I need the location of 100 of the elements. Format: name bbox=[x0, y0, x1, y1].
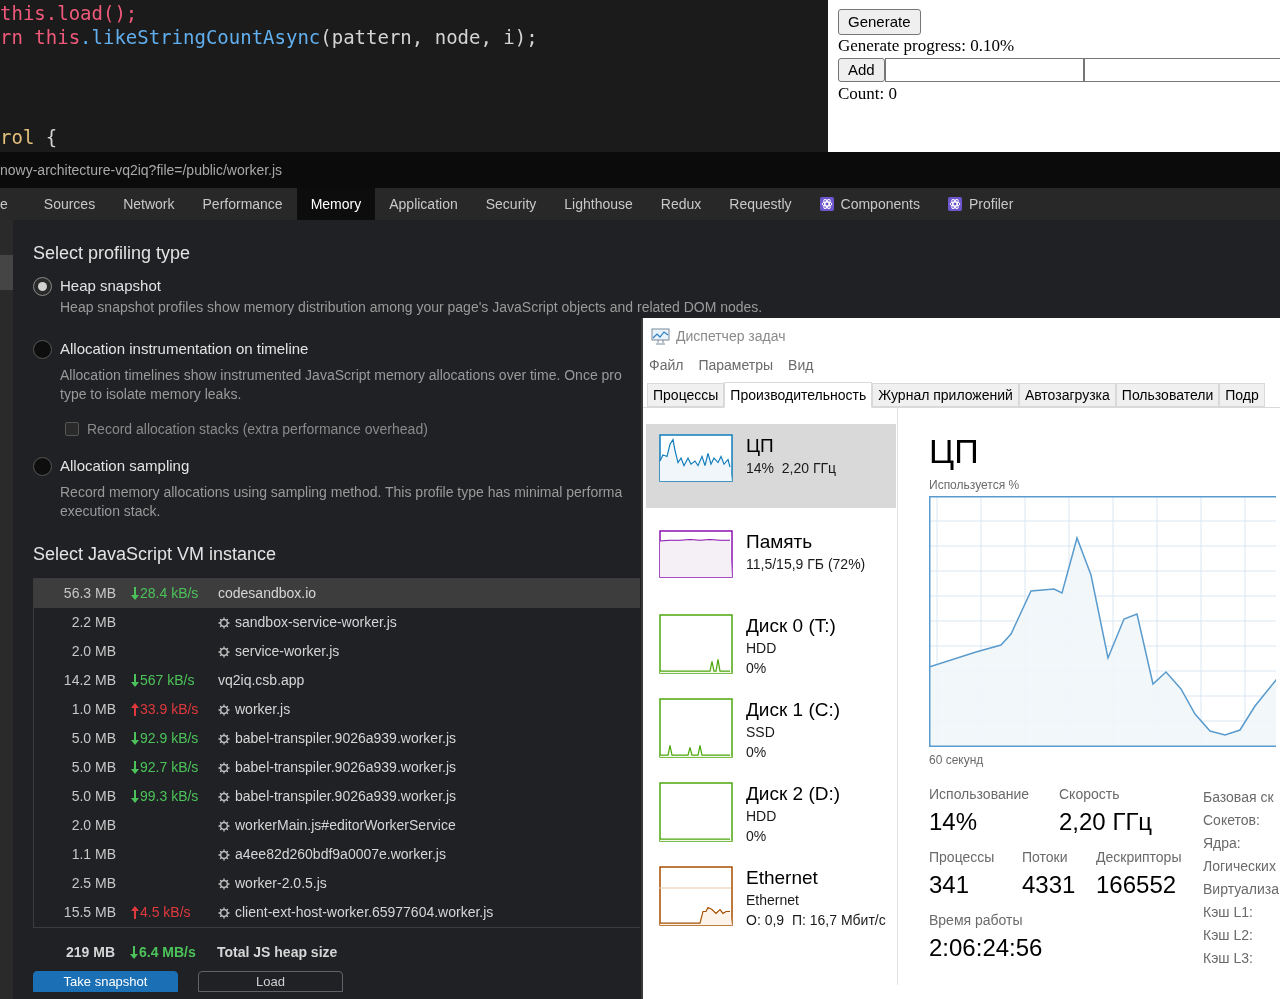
devtools-tab[interactable]: Redux bbox=[646, 188, 716, 220]
devtools-tab[interactable]: Application bbox=[375, 188, 472, 220]
spec-label: Логических bbox=[1203, 857, 1276, 876]
resource-name: ЦП bbox=[746, 434, 774, 458]
tab[interactable]: Процессы bbox=[647, 383, 725, 407]
instance-name: codesandbox.io bbox=[218, 584, 317, 603]
resource-item[interactable]: ЦП 14% 2,20 ГГц bbox=[646, 424, 896, 508]
instance-name: a4ee82d260bdf9a0007e.worker.js bbox=[235, 845, 446, 864]
radio-button[interactable] bbox=[33, 276, 52, 296]
vm-instance-row[interactable]: 14.2 MB 567 kB/s vq2iq.csb.app bbox=[34, 666, 640, 695]
total-label: Total JS heap size bbox=[217, 942, 338, 962]
resource-detail: HDD bbox=[746, 639, 777, 658]
vm-instance-row[interactable]: 1.0 MB 33.9 kB/s worker.js bbox=[34, 695, 640, 724]
vm-instance-row[interactable]: 2.5 MB worker-2.0.5.js bbox=[34, 869, 640, 898]
devtools-tab[interactable]: Lighthouse bbox=[550, 188, 647, 220]
tab[interactable]: Журнал приложений bbox=[872, 383, 1019, 407]
resource-detail: 14% 2,20 ГГц bbox=[746, 459, 837, 478]
menu-item[interactable]: Параметры bbox=[698, 354, 774, 376]
heap-size: 5.0 MB bbox=[70, 758, 116, 777]
vm-instance-row[interactable]: 5.0 MB 92.9 kB/s babel-transpiler.9026a939.worker.js bbox=[34, 724, 640, 753]
tab[interactable]: Производительность bbox=[724, 382, 873, 408]
devtools-tab[interactable]: Memory bbox=[296, 188, 376, 220]
option-label: Allocation sampling bbox=[60, 455, 190, 476]
devtools-tab[interactable]: Components bbox=[805, 188, 934, 220]
resource-name: Ethernet bbox=[746, 866, 818, 890]
devtools-tab[interactable]: Security bbox=[471, 188, 551, 220]
instance-name: babel-transpiler.9026a939.worker.js bbox=[235, 758, 457, 777]
option-label: Allocation instrumentation on timeline bbox=[60, 338, 309, 359]
resource-detail: SSD bbox=[746, 723, 775, 742]
option-label: Heap snapshot bbox=[60, 275, 161, 296]
heap-size: 2.2 MB bbox=[70, 613, 116, 632]
resource-item[interactable]: Ethernet Ethernet О: 0,9 П: 16,7 Мбит/с bbox=[646, 856, 896, 940]
stat-value: 2,20 ГГц bbox=[1059, 808, 1153, 836]
resource-detail: 0% bbox=[746, 827, 767, 846]
stat-value: 14% bbox=[929, 808, 978, 836]
tab[interactable]: Пользователи bbox=[1115, 383, 1220, 407]
text-field[interactable] bbox=[884, 58, 1084, 82]
heap-size: 1.0 MB bbox=[70, 700, 116, 719]
checkbox[interactable] bbox=[65, 422, 79, 436]
menu-item[interactable]: Файл bbox=[649, 354, 684, 376]
vm-instance-row[interactable]: 1.1 MB a4ee82d260bdf9a0007e.worker.js bbox=[34, 840, 640, 869]
heap-size: 1.1 MB bbox=[70, 845, 116, 864]
heap-size: 5.0 MB bbox=[70, 729, 116, 748]
stat-label: Процессы bbox=[929, 849, 995, 865]
snapshot-button[interactable]: Take snapshot bbox=[33, 971, 178, 992]
radio-button[interactable] bbox=[33, 339, 52, 359]
resource-item[interactable]: Диск 0 (T:) HDD 0% bbox=[646, 604, 896, 688]
resource-item[interactable]: Память 11,5/15,9 ГБ (72%) bbox=[646, 520, 896, 604]
transfer-rate: 567 kB/s bbox=[140, 671, 195, 690]
generate-button[interactable]: Generate bbox=[838, 9, 921, 35]
option-description: Allocation timelines show instrumented JavaScript memory allocations over time. Once pro type to isolate memory leaks. bbox=[60, 366, 622, 404]
stat-label: Скорость bbox=[1059, 786, 1120, 802]
spec-label: Кэш L3: bbox=[1203, 949, 1253, 968]
text-field[interactable] bbox=[1083, 58, 1280, 82]
stat-label: Потоки bbox=[1022, 849, 1068, 865]
devtools-tab[interactable]: Requestly bbox=[715, 188, 806, 220]
resource-name: Память bbox=[746, 530, 813, 554]
vm-instance-row[interactable]: 56.3 MB 28.4 kB/s codesandbox.io bbox=[34, 579, 640, 608]
instance-name: sandbox-service-worker.js bbox=[235, 613, 397, 632]
vm-instance-row[interactable]: 15.5 MB 4.5 kB/s client-ext-host-worker.65977604.worker.js bbox=[34, 898, 640, 927]
devtools-tab[interactable]: Performance bbox=[188, 188, 297, 220]
resource-detail: Ethernet bbox=[746, 891, 799, 910]
instance-name: worker-2.0.5.js bbox=[235, 874, 327, 893]
vm-instance-row[interactable]: 5.0 MB 99.3 kB/s babel-transpiler.9026a939.worker.js bbox=[34, 782, 640, 811]
instance-name: service-worker.js bbox=[235, 642, 340, 661]
devtools-tab[interactable]: e bbox=[0, 188, 30, 220]
address-bar-url: nowy-architecture-vq2iq?file=/public/worker.js bbox=[0, 160, 283, 180]
resource-detail: HDD bbox=[746, 807, 777, 826]
vm-instance-row[interactable]: 5.0 MB 92.7 kB/s babel-transpiler.9026a939.worker.js bbox=[34, 753, 640, 782]
devtools-tab[interactable]: Profiler bbox=[933, 188, 1028, 220]
devtools-tab[interactable]: Network bbox=[109, 188, 189, 220]
vm-instance-row[interactable]: 2.0 MB service-worker.js bbox=[34, 637, 640, 666]
progress-text: Generate progress: 0.10% bbox=[838, 35, 1015, 57]
stat-value: 166552 bbox=[1096, 871, 1177, 899]
radio-button[interactable] bbox=[33, 456, 52, 476]
section-title: Select profiling type bbox=[33, 242, 191, 264]
tab[interactable]: Автозагрузка bbox=[1018, 383, 1116, 407]
option-description: Record memory allocations using sampling method. This profile type has minimal performa execution stack. bbox=[60, 483, 623, 521]
heap-size: 2.0 MB bbox=[70, 642, 116, 661]
instance-name: workerMain.js#editorWorkerService bbox=[235, 816, 456, 835]
stat-value: 4331 bbox=[1022, 871, 1076, 899]
resource-detail: О: 0,9 П: 16,7 Мбит/с bbox=[746, 911, 886, 930]
stat-label: Использование bbox=[929, 786, 1030, 802]
instance-name: vq2iq.csb.app bbox=[218, 671, 305, 690]
vm-instance-row[interactable]: 2.2 MB sandbox-service-worker.js bbox=[34, 608, 640, 637]
devtools-tab[interactable]: Sources bbox=[29, 188, 110, 220]
resource-name: Диск 2 (D:) bbox=[746, 782, 841, 806]
resource-item[interactable]: Диск 2 (D:) HDD 0% bbox=[646, 772, 896, 856]
vm-instance-row[interactable]: 2.0 MB workerMain.js#editorWorkerService bbox=[34, 811, 640, 840]
add-button[interactable]: Add bbox=[838, 58, 885, 82]
menu-item[interactable]: Вид bbox=[788, 354, 814, 376]
spec-label: Базовая ск bbox=[1203, 788, 1274, 807]
transfer-rate: 33.9 kB/s bbox=[140, 700, 199, 719]
resource-name: Диск 1 (C:) bbox=[746, 698, 841, 722]
tab[interactable]: Подр bbox=[1219, 383, 1265, 407]
count-text: Count: 0 bbox=[838, 83, 898, 105]
spec-label: Виртуализа bbox=[1203, 880, 1280, 899]
resource-item[interactable]: Диск 1 (C:) SSD 0% bbox=[646, 688, 896, 772]
load-button[interactable]: Load bbox=[198, 971, 343, 992]
section-title: Select JavaScript VM instance bbox=[33, 543, 277, 565]
